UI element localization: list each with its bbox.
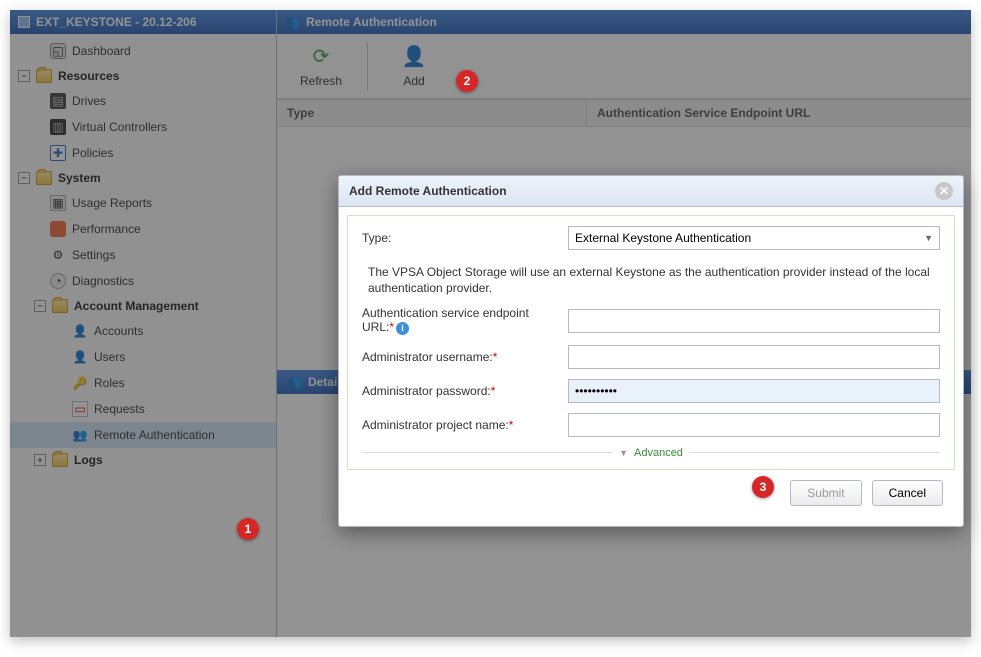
dialog-description: The VPSA Object Storage will use an exte… xyxy=(362,260,940,306)
dialog-body: Type: External Keystone Authentication ▼… xyxy=(339,207,963,526)
annotation-badge-3: 3 xyxy=(752,476,774,498)
label-endpoint-text: Authentication service endpoint URL: xyxy=(362,306,529,334)
row-admin-username: Administrator username:* xyxy=(362,345,940,369)
advanced-label: Advanced xyxy=(634,447,683,459)
divider xyxy=(362,452,613,453)
dialog-form: Type: External Keystone Authentication ▼… xyxy=(347,215,955,470)
chevron-down-icon: ▼ xyxy=(924,233,933,243)
dialog-title: Add Remote Authentication xyxy=(349,184,507,198)
advanced-section-toggle[interactable]: ▼ Advanced xyxy=(362,447,940,459)
dialog-titlebar[interactable]: Add Remote Authentication ✕ xyxy=(339,176,963,207)
info-icon[interactable]: i xyxy=(396,322,409,335)
row-endpoint: Authentication service endpoint URL:*i xyxy=(362,306,940,335)
admin-username-input[interactable] xyxy=(568,345,940,369)
add-remote-auth-dialog: Add Remote Authentication ✕ Type: Extern… xyxy=(338,175,964,527)
label-admin-project: Administrator project name:* xyxy=(362,418,560,432)
type-select[interactable]: External Keystone Authentication ▼ xyxy=(568,226,940,250)
submit-button[interactable]: Submit xyxy=(790,480,861,506)
chevron-down-icon: ▼ xyxy=(619,448,628,458)
label-type: Type: xyxy=(362,231,560,245)
label-admin-username-text: Administrator username: xyxy=(362,350,493,364)
label-admin-password: Administrator password:* xyxy=(362,384,560,398)
cancel-button[interactable]: Cancel xyxy=(872,480,943,506)
endpoint-input[interactable] xyxy=(568,309,940,333)
label-admin-username: Administrator username:* xyxy=(362,350,560,364)
row-admin-password: Administrator password:* xyxy=(362,379,940,403)
admin-project-input[interactable] xyxy=(568,413,940,437)
row-admin-project: Administrator project name:* xyxy=(362,413,940,437)
dialog-buttons: Submit Cancel xyxy=(347,470,955,518)
close-icon[interactable]: ✕ xyxy=(935,182,953,200)
row-type: Type: External Keystone Authentication ▼ xyxy=(362,226,940,250)
annotation-badge-1: 1 xyxy=(237,518,259,540)
admin-password-input[interactable] xyxy=(568,379,940,403)
type-select-value: External Keystone Authentication xyxy=(575,231,751,245)
label-admin-project-text: Administrator project name: xyxy=(362,418,509,432)
divider xyxy=(689,452,940,453)
label-admin-password-text: Administrator password: xyxy=(362,384,491,398)
annotation-badge-2: 2 xyxy=(456,70,478,92)
label-endpoint: Authentication service endpoint URL:*i xyxy=(362,306,560,335)
